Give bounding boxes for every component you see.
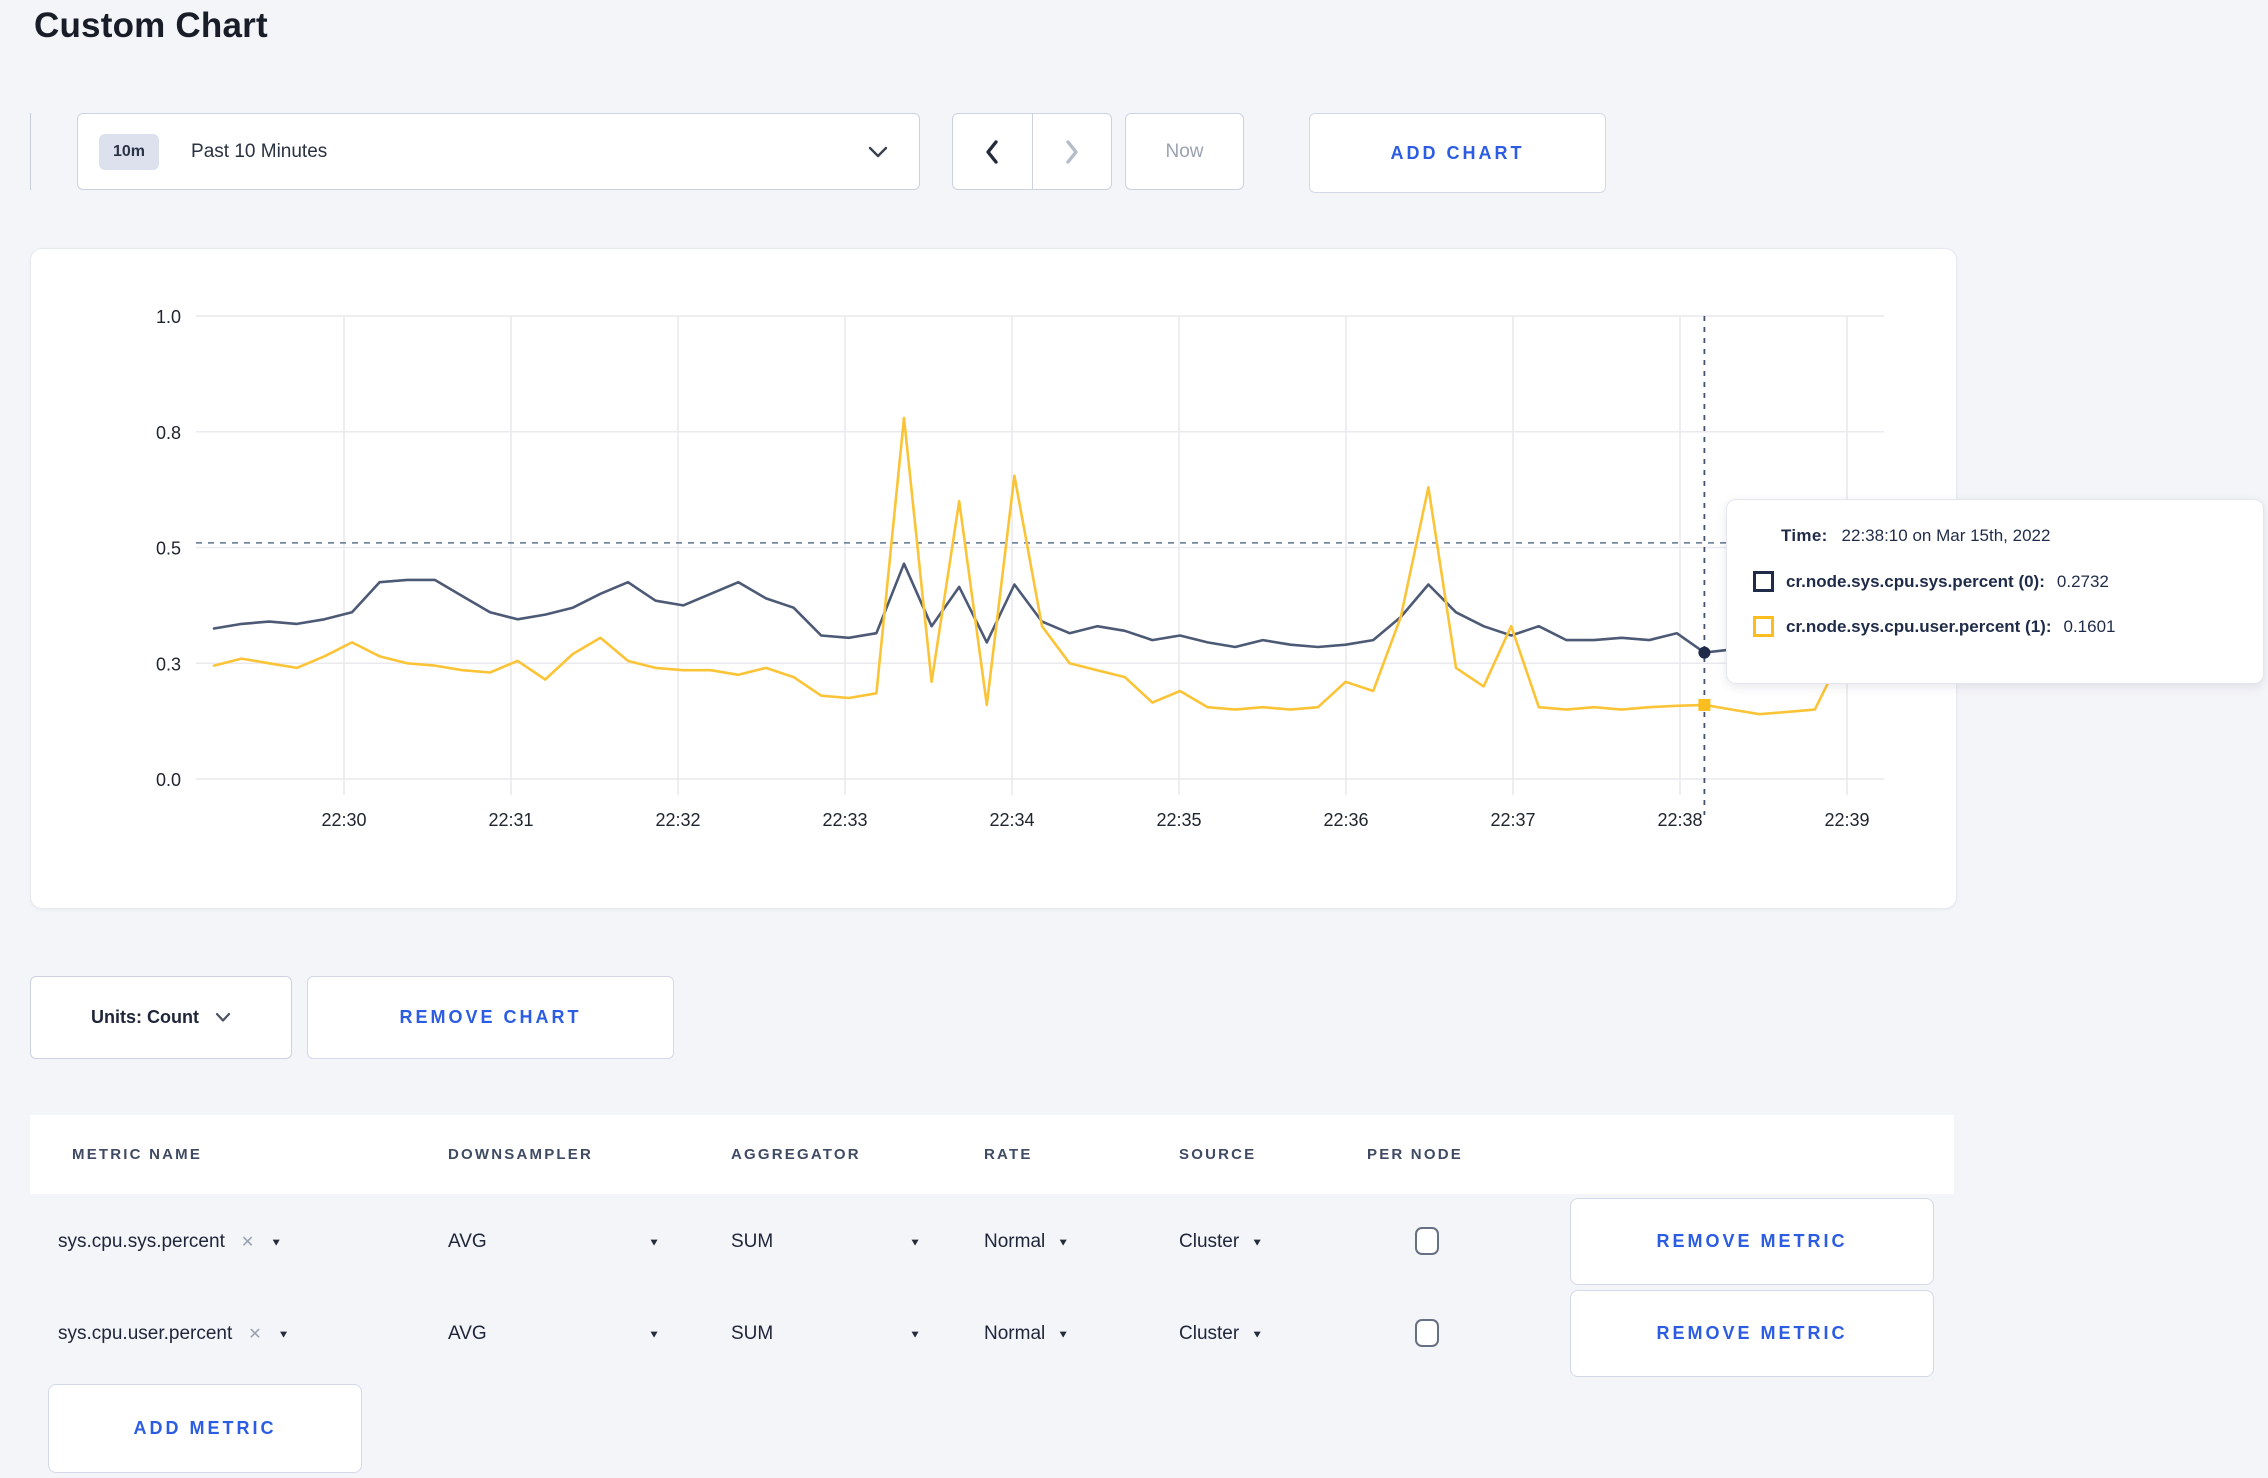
remove-chart-button[interactable]: REMOVE CHART: [307, 976, 674, 1059]
rate-value: Normal: [984, 1231, 1046, 1252]
add-metric-button[interactable]: ADD METRIC: [48, 1384, 362, 1473]
remove-metric-button[interactable]: REMOVE METRIC: [1570, 1198, 1934, 1285]
caret-down-icon: ▼: [909, 1328, 921, 1340]
chevron-down-icon: [215, 1012, 231, 1023]
source-value: Cluster: [1179, 1231, 1240, 1252]
metric-table-row: sys.cpu.user.percent ✕ ▼ AVG ▼ SUM ▼ Normal ▼ Clu…: [0, 1288, 2268, 1380]
units-dropdown[interactable]: Units: Count: [30, 976, 292, 1059]
caret-down-icon: ▼: [277, 1328, 290, 1340]
remove-metric-button[interactable]: REMOVE METRIC: [1570, 1290, 1934, 1377]
series-line-1: [212, 416, 1872, 716]
tooltip-time-label: Time:: [1781, 526, 1828, 545]
metric-name-label: sys.cpu.sys.percent: [58, 1231, 225, 1252]
tooltip-series-row: cr.node.sys.cpu.user.percent (1): 0.1601: [1753, 616, 2115, 637]
tooltip-time-value: 22:38:10 on Mar 15th, 2022: [1841, 526, 2051, 545]
source-value: Cluster: [1179, 1323, 1240, 1344]
column-header: SOURCE: [1179, 1146, 1257, 1163]
y-axis-tick-label: 0.8: [156, 423, 181, 443]
series-swatch-icon: [1753, 571, 1774, 592]
aggregator-value: SUM: [731, 1323, 774, 1344]
chevron-right-icon: [1061, 137, 1083, 167]
column-header: METRIC NAME: [72, 1146, 203, 1163]
per-node-checkbox[interactable]: [1415, 1319, 1439, 1347]
page-title: Custom Chart: [34, 6, 268, 45]
metric-table-row: sys.cpu.sys.percent ✕ ▼ AVG ▼ SUM ▼ Normal ▼ Clus…: [0, 1196, 2268, 1288]
hover-marker-0: [1698, 646, 1711, 659]
metrics-table-header: METRIC NAME DOWNSAMPLER AGGREGATOR RATE SOUR…: [30, 1115, 1954, 1194]
hover-marker-1: [1698, 698, 1711, 711]
units-dropdown-label: Units: Count: [91, 1007, 199, 1027]
downsampler-select[interactable]: AVG ▼: [448, 1196, 660, 1288]
metric-name-label: sys.cpu.user.percent: [58, 1323, 233, 1344]
step-forward-button[interactable]: [1033, 114, 1112, 189]
caret-down-icon: ▼: [270, 1236, 283, 1248]
time-range-dropdown[interactable]: 10m Past 10 Minutes: [77, 113, 920, 190]
x-axis-tick-label: 22:33: [822, 810, 867, 830]
x-axis-tick-label: 22:35: [1156, 810, 1201, 830]
column-header: DOWNSAMPLER: [448, 1146, 594, 1163]
x-axis-tick-label: 22:39: [1824, 810, 1869, 830]
y-axis-tick-label: 0.0: [156, 770, 181, 790]
caret-down-icon: ▼: [909, 1236, 921, 1248]
rate-value: Normal: [984, 1323, 1046, 1344]
x-axis-tick-label: 22:38: [1657, 810, 1702, 830]
aggregator-select[interactable]: SUM ▼: [731, 1196, 921, 1288]
rate-select[interactable]: Normal ▼: [984, 1288, 1069, 1380]
now-button[interactable]: Now: [1125, 113, 1244, 190]
caret-down-icon: ▼: [1251, 1328, 1264, 1340]
per-node-checkbox[interactable]: [1415, 1227, 1439, 1255]
series-line-0: [212, 562, 1872, 654]
downsampler-value: AVG: [448, 1323, 487, 1344]
aggregator-value: SUM: [731, 1231, 774, 1252]
caret-down-icon: ▼: [1057, 1328, 1070, 1340]
chart-card: 0.0 0.3 0.5 0.8 1.0 22:30 22:31 22:32 22:33 22:34…: [30, 248, 1957, 909]
tooltip-series-label: cr.node.sys.cpu.sys.percent (0):: [1786, 571, 2045, 591]
caret-down-icon: ▼: [648, 1328, 660, 1340]
chevron-left-icon: [981, 137, 1003, 167]
tooltip-series-label: cr.node.sys.cpu.user.percent (1):: [1786, 616, 2052, 636]
x-axis-tick-label: 22:34: [989, 810, 1034, 830]
chart-plot[interactable]: 0.0 0.3 0.5 0.8 1.0 22:30 22:31 22:32 22:33 22:34…: [31, 249, 1956, 908]
downsampler-value: AVG: [448, 1231, 487, 1252]
x-axis-tick-label: 22:30: [321, 810, 366, 830]
x-axis-tick-label: 22:36: [1323, 810, 1368, 830]
downsampler-select[interactable]: AVG ▼: [448, 1288, 660, 1380]
x-axis-tick-label: 22:32: [655, 810, 700, 830]
time-range-badge: 10m: [99, 133, 160, 170]
y-axis-tick-label: 1.0: [156, 307, 181, 327]
add-chart-button[interactable]: ADD CHART: [1309, 113, 1606, 193]
column-header: AGGREGATOR: [731, 1146, 861, 1163]
column-header: RATE: [984, 1146, 1033, 1163]
clear-metric-icon[interactable]: ✕: [248, 1324, 261, 1344]
column-header: PER NODE: [1367, 1146, 1463, 1163]
tooltip-time-row: Time: 22:38:10 on Mar 15th, 2022: [1781, 526, 2050, 546]
clear-metric-icon[interactable]: ✕: [241, 1232, 254, 1252]
series-swatch-icon: [1753, 616, 1774, 637]
rate-select[interactable]: Normal ▼: [984, 1196, 1069, 1288]
caret-down-icon: ▼: [1251, 1236, 1264, 1248]
source-select[interactable]: Cluster ▼: [1179, 1196, 1263, 1288]
chevron-down-icon: [867, 145, 889, 159]
metric-name-select[interactable]: sys.cpu.sys.percent ✕ ▼: [58, 1196, 282, 1288]
time-range-label: Past 10 Minutes: [191, 140, 328, 162]
x-axis-tick-label: 22:31: [488, 810, 533, 830]
tooltip-series-value: 0.2732: [2056, 571, 2109, 591]
time-step-button-group: [952, 113, 1112, 190]
tooltip-series-value: 0.1601: [2063, 616, 2116, 636]
x-axis-tick-label: 22:37: [1490, 810, 1535, 830]
y-axis-tick-label: 0.5: [156, 539, 181, 559]
caret-down-icon: ▼: [1057, 1236, 1070, 1248]
y-axis-tick-label: 0.3: [156, 654, 181, 674]
chart-tooltip: Time: 22:38:10 on Mar 15th, 2022 cr.node…: [1726, 499, 2264, 684]
source-select[interactable]: Cluster ▼: [1179, 1288, 1263, 1380]
metric-name-select[interactable]: sys.cpu.user.percent ✕ ▼: [58, 1288, 290, 1380]
aggregator-select[interactable]: SUM ▼: [731, 1288, 921, 1380]
toolbar-divider: [30, 113, 31, 190]
step-back-button[interactable]: [953, 114, 1033, 189]
tooltip-series-row: cr.node.sys.cpu.sys.percent (0): 0.2732: [1753, 571, 2109, 592]
caret-down-icon: ▼: [648, 1236, 660, 1248]
